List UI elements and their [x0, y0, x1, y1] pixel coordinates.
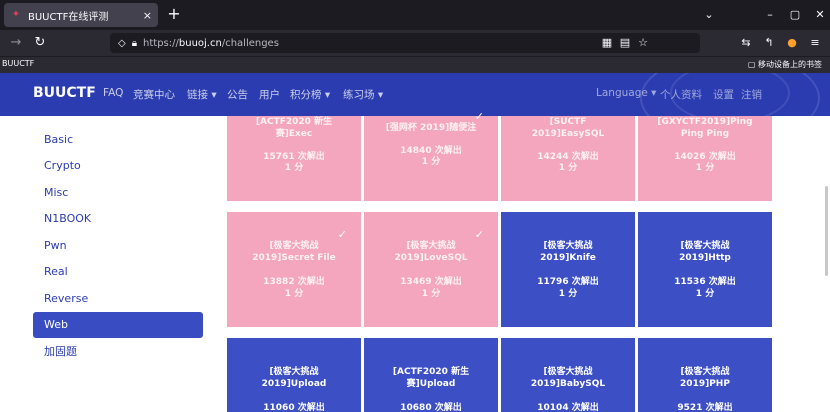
menu-icon[interactable]: ≡ [806, 33, 824, 53]
category-real[interactable]: Real [33, 259, 203, 285]
qr-code-icon[interactable]: ▦ [598, 33, 616, 53]
site-navbar: BUUCTF FAQ 竞赛中心 链接 ▾ 公告 用户 积分榜 ▾ 练习场 ▾ L… [0, 73, 830, 116]
category-web[interactable]: Web [33, 312, 203, 338]
challenge-card[interactable]: [极客大挑战 2019]BabySQL 10104 次解出 [501, 338, 635, 412]
tab-list-icon[interactable]: ⌄ [694, 0, 724, 30]
close-window-button[interactable]: ✕ [805, 0, 830, 30]
firefox-account-icon[interactable]: ● [783, 33, 801, 53]
challenge-card[interactable]: ✓ [强网杯 2019]随便注 14840 次解出 1 分 [364, 110, 498, 201]
challenge-card[interactable]: [极客大挑战 2019]Http 11536 次解出 1 分 [638, 212, 772, 327]
category-basic[interactable]: Basic [33, 127, 203, 153]
challenge-card[interactable]: [SUCTF 2019]EasySQL 14244 次解出 1 分 [501, 116, 635, 201]
browser-nav-bar: → ↻ ◇ 🔒︎ https://buuoj.cn/challenges ▦ ▤… [0, 30, 830, 56]
nav-links[interactable]: 链接 ▾ [187, 87, 217, 102]
mobile-bookmarks[interactable]: ▢ 移动设备上的书签 [748, 59, 822, 70]
category-crypto[interactable]: Crypto [33, 153, 203, 179]
tab-close-icon[interactable]: × [143, 9, 152, 22]
nav-faq[interactable]: FAQ [103, 87, 123, 99]
url-text: https://buuoj.cn/challenges [143, 37, 279, 49]
category-hardening[interactable]: 加固题 [33, 339, 203, 365]
challenge-card[interactable]: ✓ [极客大挑战 2019]Secret File 13882 次解出 1 分 [227, 212, 361, 327]
nav-users[interactable]: 用户 [259, 87, 280, 102]
nav-logout[interactable]: 注销 [741, 87, 762, 102]
nav-scoreboard[interactable]: 积分榜 ▾ [290, 87, 330, 102]
challenge-card[interactable]: [极客大挑战 2019]Knife 11796 次解出 1 分 [501, 212, 635, 327]
nav-announcements[interactable]: 公告 [227, 87, 248, 102]
tab-title: BUUCTF在线评测 [28, 11, 109, 23]
challenge-card[interactable]: [极客大挑战 2019]PHP 9521 次解出 [638, 338, 772, 412]
challenge-card[interactable]: [GXYCTF2019]Ping Ping Ping 14026 次解出 1 分 [638, 116, 772, 201]
nav-practice[interactable]: 练习场 ▾ [343, 87, 383, 102]
bookmarks-bar: BUUCTF ▢ 移动设备上的书签 [0, 56, 830, 73]
browser-tab[interactable]: ✦ BUUCTF在线评测 × [4, 3, 158, 27]
pocket-icon[interactable]: ↰ [760, 33, 778, 53]
bookmark-buuctf[interactable]: BUUCTF [2, 59, 34, 68]
category-pwn[interactable]: Pwn [33, 233, 203, 259]
bookmark-star-icon[interactable]: ☆ [634, 33, 652, 53]
site-favicon-icon: ✦ [11, 9, 21, 20]
reload-icon[interactable]: ↻ [30, 33, 50, 53]
challenge-card[interactable]: ✓ [极客大挑战 2019]LoveSQL 13469 次解出 1 分 [364, 212, 498, 327]
challenge-card[interactable]: [极客大挑战 2019]Upload 11060 次解出 [227, 338, 361, 412]
nav-settings[interactable]: 设置 [713, 87, 734, 102]
shield-icon: ◇ [118, 37, 126, 49]
category-misc[interactable]: Misc [33, 180, 203, 206]
site-brand[interactable]: BUUCTF [33, 85, 96, 101]
extension-icon[interactable]: ⇆ [737, 33, 755, 53]
page-scrollbar[interactable] [825, 186, 828, 276]
challenge-card[interactable]: [ACTF2020 新生 赛]Exec 15761 次解出 1 分 [227, 116, 361, 201]
new-tab-button[interactable]: + [164, 4, 184, 24]
lock-icon: 🔒︎ [131, 37, 138, 49]
browser-tab-bar: ✦ BUUCTF在线评测 × + ⌄ – ▢ ✕ [0, 0, 830, 30]
nav-competitions[interactable]: 竞赛中心 [133, 87, 175, 102]
nav-profile[interactable]: 个人资料 [660, 87, 702, 102]
nav-language[interactable]: Language ▾ [596, 87, 656, 99]
challenge-card[interactable]: [ACTF2020 新生 赛]Upload 10680 次解出 [364, 338, 498, 412]
reader-view-icon[interactable]: ▤ [616, 33, 634, 53]
category-n1book[interactable]: N1BOOK [33, 206, 203, 232]
category-reverse[interactable]: Reverse [33, 286, 203, 312]
back-arrow-icon[interactable]: → [6, 33, 26, 53]
